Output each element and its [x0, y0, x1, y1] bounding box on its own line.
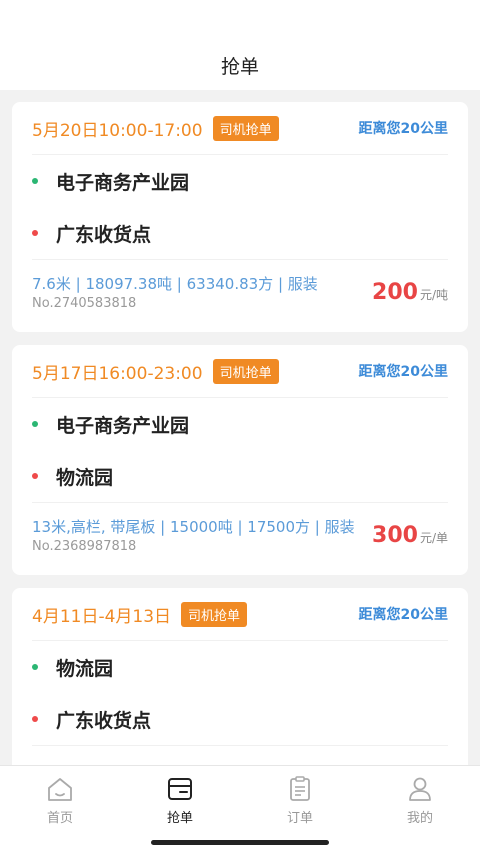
pickup-name: 电子商务产业园	[56, 414, 190, 437]
order-info: 7.6米 | 18097.38吨 | 63340.83方 | 服装 No.274…	[32, 259, 448, 317]
tab-label: 订单	[286, 811, 313, 826]
distance-label: 距离您20公里	[358, 121, 448, 137]
home-indicator[interactable]	[151, 840, 329, 845]
page-title: 抢单	[220, 55, 259, 78]
tab-label: 抢单	[166, 811, 193, 826]
home-icon	[48, 778, 72, 801]
tab-home[interactable]: 首页	[0, 776, 120, 826]
order-price: 200 元/吨	[372, 280, 448, 305]
order-type-badge: 司机抢单	[212, 358, 279, 384]
delivery-location: 广东收货点	[32, 207, 448, 259]
order-type-badge: 司机抢单	[212, 115, 279, 141]
delivery-name: 广东收货点	[56, 709, 152, 732]
order-card-header: 5月20日10:00-17:00 司机抢单 距离您20公里	[32, 102, 448, 155]
tab-label: 首页	[46, 811, 73, 826]
distance-label: 距离您20公里	[358, 607, 448, 623]
order-info	[32, 745, 448, 765]
status-bar	[0, 0, 480, 40]
delivery-name: 物流园	[56, 466, 114, 489]
pickup-name: 物流园	[56, 657, 114, 680]
tab-label: 我的	[406, 811, 433, 826]
delivery-location: 物流园	[32, 450, 448, 502]
order-info: 13米,高栏, 带尾板 | 15000吨 | 17500方 | 服装 No.23…	[32, 502, 448, 560]
order-card-header: 4月11日-4月13日 司机抢单 距离您20公里	[32, 588, 448, 641]
delivery-location: 广东收货点	[32, 693, 448, 745]
tab-profile[interactable]: 我的	[360, 776, 480, 826]
pickup-location: 电子商务产业园	[32, 155, 448, 207]
pickup-dot-icon	[32, 178, 38, 184]
pickup-location: 物流园	[32, 641, 448, 693]
order-card[interactable]: 4月11日-4月13日 司机抢单 距离您20公里 物流园 广东收货点	[12, 588, 468, 765]
clipboard-icon	[290, 776, 310, 801]
order-date: 4月11日-4月13日	[32, 606, 172, 627]
order-card[interactable]: 5月17日16:00-23:00 司机抢单 距离您20公里 电子商务产业园 物流…	[12, 345, 468, 575]
order-card-header: 5月17日16:00-23:00 司机抢单 距离您20公里	[32, 345, 448, 398]
grab-order-icon	[168, 778, 192, 800]
user-icon	[409, 777, 431, 801]
delivery-name: 广东收货点	[56, 223, 152, 246]
delivery-dot-icon	[32, 716, 38, 722]
price-value: 200	[372, 280, 418, 305]
order-card[interactable]: 5月20日10:00-17:00 司机抢单 距离您20公里 电子商务产业园 广东…	[12, 102, 468, 332]
delivery-dot-icon	[32, 473, 38, 479]
order-date: 5月20日10:00-17:00	[32, 120, 203, 141]
top-nav-bar: 抢单	[0, 40, 480, 90]
tab-orders[interactable]: 订单	[240, 776, 360, 826]
pickup-dot-icon	[32, 421, 38, 427]
delivery-dot-icon	[32, 230, 38, 236]
distance-label: 距离您20公里	[358, 364, 448, 380]
order-price: 300 元/单	[372, 523, 448, 548]
pickup-dot-icon	[32, 664, 38, 670]
price-unit: 元/单	[419, 531, 448, 545]
price-unit: 元/吨	[419, 288, 448, 302]
pickup-name: 电子商务产业园	[56, 171, 190, 194]
pickup-location: 电子商务产业园	[32, 398, 448, 450]
price-value: 300	[372, 523, 418, 548]
tab-grab-order[interactable]: 抢单	[120, 776, 240, 826]
order-list[interactable]: 5月20日10:00-17:00 司机抢单 距离您20公里 电子商务产业园 广东…	[0, 90, 480, 765]
order-type-badge: 司机抢单	[181, 601, 248, 627]
order-date: 5月17日16:00-23:00	[32, 363, 203, 384]
